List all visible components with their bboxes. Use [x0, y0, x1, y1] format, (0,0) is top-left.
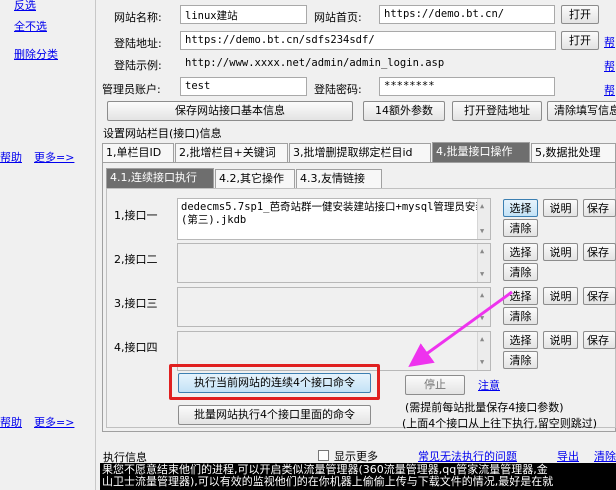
- login-url-input[interactable]: https://demo.bt.cn/sdfs234sdf/: [180, 31, 556, 50]
- interface-4-save-button[interactable]: 保存: [583, 331, 616, 349]
- common-problem-link[interactable]: 常见无法执行的问题: [418, 448, 517, 464]
- interface-4-label: 4,接口四: [114, 341, 158, 354]
- interface-1-clear-button[interactable]: 清除: [503, 219, 538, 237]
- tab-batch-interface[interactable]: 4,批量接口操作: [432, 142, 530, 162]
- help-link-bottom[interactable]: 帮助: [0, 414, 22, 430]
- more-link[interactable]: 更多=>: [34, 149, 74, 165]
- interface-4-explain-button[interactable]: 说明: [543, 331, 578, 349]
- help-link[interactable]: 帮助: [0, 149, 22, 165]
- site-name-input[interactable]: linux建站: [180, 5, 307, 24]
- interface-3-explain-button[interactable]: 说明: [543, 287, 578, 305]
- extra-params-button[interactable]: 14额外参数: [363, 101, 445, 121]
- hint-save-params: (需提前每站批量保存4接口参数): [405, 401, 564, 414]
- hint-exec-order: (上面4个接口从上往下执行,留空则跳过): [402, 417, 598, 430]
- interface-2-select-button[interactable]: 选择: [503, 243, 538, 261]
- export-link[interactable]: 导出: [557, 448, 579, 464]
- tab-single-column-id[interactable]: 1,单栏目ID: [102, 143, 174, 162]
- subtab-friend-links[interactable]: 4.3,友情链接: [296, 169, 382, 188]
- interface-1-label: 1,接口一: [114, 209, 158, 222]
- show-more-label: 显示更多: [334, 450, 378, 463]
- subtab-other-ops[interactable]: 4.2,其它操作: [215, 169, 295, 188]
- clear-fill-button[interactable]: 清除填写信息: [547, 101, 616, 121]
- open-login-address-button[interactable]: 打开登陆地址: [452, 101, 542, 121]
- help-link-password[interactable]: 帮: [604, 82, 615, 98]
- show-more-checkbox[interactable]: [318, 450, 329, 461]
- site-name-label: 网站名称:: [114, 11, 162, 24]
- log-output: 果您不愿意结束他们的进程,可以开启类似流量管理器(360流量管理器,qq管家流量…: [100, 463, 616, 490]
- admin-account-label: 管理员账户:: [102, 83, 161, 96]
- clear-log-link[interactable]: 清除: [594, 448, 616, 464]
- login-example-text: http://www.xxxx.net/admin/admin_login.as…: [180, 54, 556, 72]
- note-link[interactable]: 注意: [478, 377, 500, 393]
- section-title: 设置网站栏目(接口)信息: [103, 127, 222, 140]
- interface-2-clear-button[interactable]: 清除: [503, 263, 538, 281]
- delete-category-link[interactable]: 删除分类: [14, 46, 58, 62]
- interface-4-select-button[interactable]: 选择: [503, 331, 538, 349]
- interface-3-select-button[interactable]: 选择: [503, 287, 538, 305]
- interface-1-textarea[interactable]: dedecms5.7sp1_芭奇站群一健安装建站接口+mysql管理员安装(第三…: [177, 198, 491, 240]
- help-link-example[interactable]: 帮: [604, 58, 615, 74]
- homepage-label: 网站首页:: [314, 11, 362, 24]
- interface-3-clear-button[interactable]: 清除: [503, 307, 538, 325]
- admin-account-input[interactable]: test: [180, 77, 307, 96]
- interface-3-save-button[interactable]: 保存: [583, 287, 616, 305]
- tab-batch-extract-column[interactable]: 3,批增删提取绑定栏目id: [289, 143, 431, 162]
- interface-1-value: dedecms5.7sp1_芭奇站群一健安装建站接口+mysql管理员安装(第三…: [181, 201, 486, 226]
- interface-2-save-button[interactable]: 保存: [583, 243, 616, 261]
- scrollbar[interactable]: ▲ ▼: [477, 199, 490, 239]
- interface-3-label: 3,接口三: [114, 297, 158, 310]
- interface-2-explain-button[interactable]: 说明: [543, 243, 578, 261]
- subtab-continuous-exec[interactable]: 4.1,连续接口执行: [106, 168, 214, 188]
- password-input[interactable]: ********: [379, 77, 555, 96]
- scrollbar[interactable]: ▲ ▼: [477, 244, 490, 282]
- interface-1-explain-button[interactable]: 说明: [543, 199, 578, 217]
- open-homepage-button[interactable]: 打开: [561, 5, 599, 24]
- interface-2-label: 2,接口二: [114, 253, 158, 266]
- login-url-label: 登陆地址:: [114, 37, 162, 50]
- password-label: 登陆密码:: [314, 83, 362, 96]
- save-interface-info-button[interactable]: 保存网站接口基本信息: [107, 101, 353, 121]
- help-link-login[interactable]: 帮: [604, 34, 615, 50]
- invert-selection-link[interactable]: 反选: [14, 0, 36, 13]
- stop-button[interactable]: 停止: [405, 375, 465, 395]
- run-current-site-button[interactable]: 执行当前网站的连续4个接口命令: [178, 373, 371, 393]
- interface-1-save-button[interactable]: 保存: [583, 199, 616, 217]
- scrollbar[interactable]: ▲ ▼: [477, 288, 490, 326]
- login-example-label: 登陆示例:: [114, 59, 162, 72]
- left-panel: 反选 全不选 删除分类 帮助 更多=> 帮助 更多=>: [0, 0, 96, 490]
- scrollbar[interactable]: ▲ ▼: [477, 332, 490, 370]
- batch-run-button[interactable]: 批量网站执行4个接口里面的命令: [178, 405, 371, 425]
- open-login-url-button[interactable]: 打开: [561, 31, 599, 50]
- interface-3-textarea[interactable]: ▲ ▼: [177, 287, 491, 327]
- more-link-bottom[interactable]: 更多=>: [34, 414, 74, 430]
- interface-1-select-button[interactable]: 选择: [503, 199, 538, 217]
- select-none-link[interactable]: 全不选: [14, 18, 47, 34]
- interface-4-clear-button[interactable]: 清除: [503, 351, 538, 369]
- tab-data-batch[interactable]: 5,数据批处理: [531, 143, 616, 162]
- interface-2-textarea[interactable]: ▲ ▼: [177, 243, 491, 283]
- log-line: 山卫士流量管理器),可以有效的监视他们的在你机器上偷偷上传与下载文件的情况,最好…: [102, 475, 554, 488]
- tab-batch-add-column[interactable]: 2,批增栏目+关键词: [175, 143, 288, 162]
- homepage-input[interactable]: https://demo.bt.cn/: [379, 5, 555, 24]
